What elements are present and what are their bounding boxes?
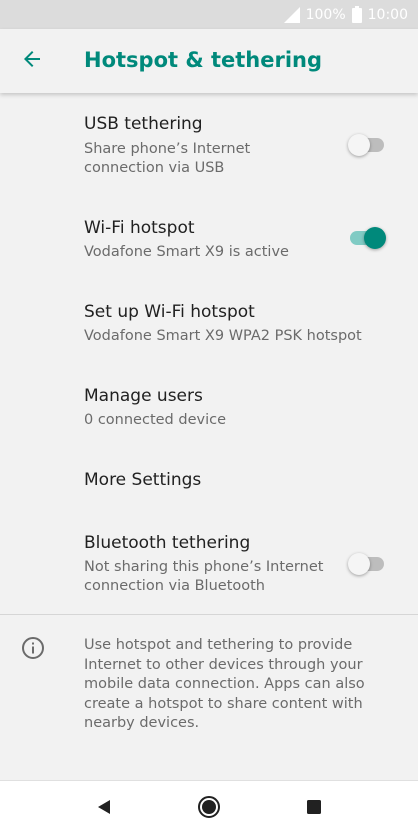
- usb-tethering-switch[interactable]: [348, 133, 388, 157]
- status-icons: 100% 10:00: [283, 0, 408, 29]
- pref-manage-users[interactable]: Manage users 0 connected device: [0, 368, 418, 448]
- pref-title: Wi-Fi hotspot: [84, 218, 195, 238]
- home-circle-icon: [197, 795, 221, 823]
- nav-home-button[interactable]: [191, 791, 227, 827]
- battery-percent: 100%: [305, 6, 346, 23]
- recents-square-icon: [306, 799, 322, 819]
- info-text: Use hotspot and tethering to provide Int…: [84, 637, 365, 731]
- nav-back-button[interactable]: [86, 791, 122, 827]
- pref-setup-wifi-hotspot[interactable]: Set up Wi-Fi hotspot Vodafone Smart X9 W…: [0, 284, 418, 364]
- pref-bluetooth-tethering[interactable]: Bluetooth tethering Not sharing this pho…: [0, 514, 418, 610]
- back-button[interactable]: [10, 39, 54, 83]
- signal-icon: [283, 6, 300, 23]
- pref-title: Manage users: [84, 386, 203, 406]
- switch-thumb: [348, 134, 370, 156]
- switch-thumb: [364, 227, 386, 249]
- battery-icon: [351, 6, 362, 23]
- status-bar: 100% 10:00: [0, 0, 418, 29]
- back-triangle-icon: [96, 799, 112, 819]
- clock: 10:00: [367, 6, 408, 23]
- pref-title: More Settings: [84, 470, 202, 490]
- pref-more-settings[interactable]: More Settings: [0, 452, 418, 512]
- pref-summary: Share phone’s Internet connection via US…: [84, 141, 251, 176]
- pref-wifi-hotspot[interactable]: Wi-Fi hotspot Vodafone Smart X9 is activ…: [0, 198, 418, 278]
- pref-summary: Vodafone Smart X9 WPA2 PSK hotspot: [84, 328, 362, 344]
- info-icon: [21, 636, 45, 660]
- divider: [0, 614, 418, 615]
- pref-title: Bluetooth tethering: [84, 533, 251, 553]
- pref-title: Set up Wi-Fi hotspot: [84, 302, 255, 322]
- wifi-hotspot-switch[interactable]: [348, 226, 388, 250]
- pref-title: USB tethering: [84, 114, 203, 134]
- arrow-back-icon: [20, 47, 44, 75]
- navigation-bar: [0, 780, 418, 837]
- pref-summary: 0 connected device: [84, 412, 226, 428]
- switch-thumb: [348, 553, 370, 575]
- page-title: Hotspot & tethering: [84, 48, 323, 72]
- app-bar: Hotspot & tethering: [0, 29, 418, 93]
- pref-summary: Not sharing this phone’s Internet connec…: [84, 559, 324, 594]
- bluetooth-tethering-switch[interactable]: [348, 552, 388, 576]
- pref-usb-tethering[interactable]: USB tethering Share phone’s Internet con…: [0, 93, 418, 185]
- nav-recents-button[interactable]: [296, 791, 332, 827]
